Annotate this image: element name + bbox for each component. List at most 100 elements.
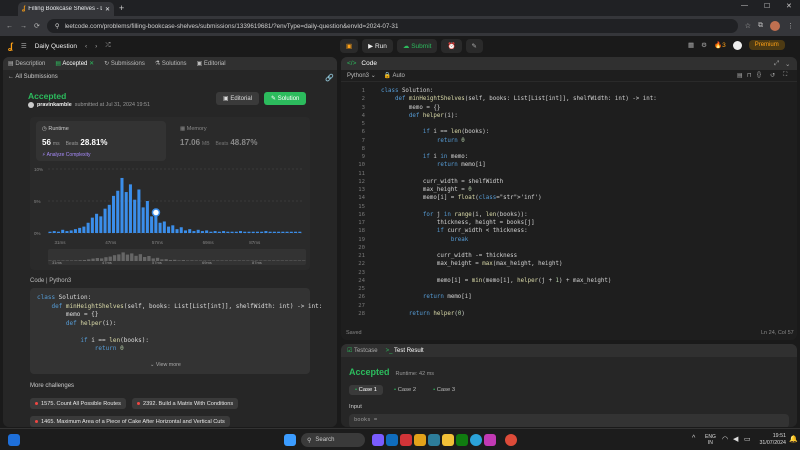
- chart-bar[interactable]: [124, 192, 128, 233]
- minimize-icon[interactable]: —: [741, 2, 748, 9]
- prev-problem-icon[interactable]: ‹: [85, 43, 87, 50]
- chart-bar[interactable]: [167, 226, 171, 233]
- site-info-icon[interactable]: ⚲: [55, 23, 60, 30]
- layout-icon[interactable]: ▦: [688, 41, 694, 49]
- runtime-distribution-chart[interactable]: 10% 5% 0% 31ms 47ms 57ms 69ms 87ms: [30, 167, 310, 247]
- chart-bar[interactable]: [188, 229, 192, 233]
- forward-icon[interactable]: →: [20, 23, 27, 30]
- app-icon[interactable]: [372, 434, 384, 446]
- maximize-panel-icon[interactable]: ⤢: [774, 60, 779, 68]
- chart-bar[interactable]: [179, 227, 183, 233]
- wifi-icon[interactable]: ◠: [722, 435, 728, 443]
- chart-bar[interactable]: [56, 231, 60, 233]
- analyze-complexity-link[interactable]: ⚡ Analyze Complexity: [42, 152, 91, 158]
- chart-bar[interactable]: [112, 195, 116, 233]
- tab-accepted[interactable]: ▤ Accepted ✕: [55, 60, 94, 67]
- chart-bar[interactable]: [285, 231, 289, 233]
- case-tab[interactable]: • Case 3: [427, 385, 461, 395]
- tab-description[interactable]: ▤ Description: [8, 60, 45, 67]
- bookmark-icon[interactable]: ⊓: [747, 72, 752, 79]
- chart-bar[interactable]: [226, 231, 230, 233]
- chart-bar[interactable]: [213, 231, 217, 233]
- clock-time[interactable]: 19:51: [756, 433, 786, 440]
- language-select[interactable]: Python3 ⌄: [347, 72, 376, 79]
- chart-bar[interactable]: [192, 231, 196, 233]
- daily-question-label[interactable]: Daily Question: [35, 43, 77, 50]
- chart-bar[interactable]: [128, 184, 132, 233]
- chart-bar[interactable]: [217, 231, 221, 233]
- chart-bar[interactable]: [52, 231, 56, 233]
- timer-icon[interactable]: ⏰: [441, 39, 462, 53]
- auto-mode[interactable]: 🔒 Auto: [384, 72, 405, 79]
- reload-icon[interactable]: ⟳: [34, 22, 40, 30]
- chart-bar[interactable]: [145, 201, 149, 233]
- profile-avatar[interactable]: [770, 21, 780, 31]
- chart-bar[interactable]: [230, 231, 234, 233]
- chart-bar[interactable]: [272, 231, 276, 233]
- chart-bar[interactable]: [281, 231, 285, 233]
- user-avatar[interactable]: [732, 40, 742, 50]
- chart-bar[interactable]: [150, 216, 154, 233]
- tab-test-result[interactable]: >_ Test Result: [386, 348, 424, 354]
- maximize-icon[interactable]: ☐: [764, 2, 770, 10]
- chart-bar[interactable]: [277, 231, 281, 233]
- chrome-icon[interactable]: [505, 434, 517, 446]
- chart-bar[interactable]: [65, 231, 69, 233]
- reset-code-icon[interactable]: ↺: [770, 72, 775, 79]
- chart-bar[interactable]: [48, 231, 52, 233]
- chart-bar[interactable]: [289, 231, 293, 233]
- app-icon[interactable]: [456, 434, 468, 446]
- case-tab[interactable]: • Case 1: [349, 385, 384, 395]
- chart-bar[interactable]: [73, 229, 77, 233]
- next-problem-icon[interactable]: ›: [95, 43, 97, 50]
- chart-bar[interactable]: [209, 231, 213, 233]
- run-button[interactable]: ▶ Run: [362, 39, 393, 53]
- memory-card[interactable]: ▦ Memory 17.06 MB Beats 48.87%: [176, 121, 306, 161]
- edge-icon[interactable]: [470, 434, 482, 446]
- format-braces-icon[interactable]: {}: [757, 72, 761, 78]
- chart-bar[interactable]: [298, 231, 302, 233]
- all-submissions-link[interactable]: ← All Submissions: [8, 74, 58, 80]
- chart-bar[interactable]: [251, 231, 255, 233]
- premium-button[interactable]: Premium: [748, 40, 785, 50]
- extensions-icon[interactable]: ⧉: [758, 22, 763, 30]
- view-more-button[interactable]: ⌄ View more: [150, 362, 181, 368]
- challenge-chip[interactable]: 1465. Maximum Area of a Piece of Cake Af…: [30, 416, 230, 427]
- notification-icon[interactable]: 🔔: [789, 435, 798, 443]
- runtime-card[interactable]: ◷ Runtime 56 ms Beats 28.81% ⚡ Analyze C…: [36, 121, 166, 161]
- taskbar-search[interactable]: ⚲ Search: [301, 433, 365, 447]
- chart-bar[interactable]: [255, 231, 259, 233]
- chart-bar[interactable]: [86, 222, 90, 233]
- daily-question-icon[interactable]: ☰: [21, 42, 27, 50]
- share-link-icon[interactable]: 🔗: [325, 74, 334, 82]
- submit-button[interactable]: ☁ Submit: [396, 39, 438, 53]
- notes-icon[interactable]: ▤: [737, 72, 743, 79]
- fullscreen-icon[interactable]: ⛶: [783, 72, 787, 79]
- widgets-icon[interactable]: [8, 434, 20, 446]
- chart-bar[interactable]: [234, 231, 238, 233]
- chart-bar[interactable]: [82, 226, 86, 233]
- debug-button[interactable]: ▣: [340, 39, 359, 53]
- tab-submissions[interactable]: ↻ Submissions: [104, 60, 145, 67]
- close-tab-icon[interactable]: ✕: [105, 6, 110, 13]
- shuffle-icon[interactable]: ⤮: [105, 42, 110, 50]
- file-explorer-icon[interactable]: [442, 434, 454, 446]
- chart-bar[interactable]: [133, 199, 137, 233]
- browser-tab[interactable]: ʆ Filling Bookcase Shelves - Leet ✕: [18, 2, 114, 16]
- tab-solutions[interactable]: ⚗ Solutions: [155, 60, 187, 67]
- region-indicator[interactable]: IN: [705, 440, 716, 446]
- chart-bar[interactable]: [243, 231, 247, 233]
- code-editor[interactable]: class Solution: def minHeightShelves(sel…: [381, 87, 657, 318]
- settings-gear-icon[interactable]: ⚙: [701, 41, 707, 49]
- battery-icon[interactable]: ▭: [744, 435, 751, 443]
- chart-bar[interactable]: [247, 231, 251, 233]
- clock-date[interactable]: 31/07/2024: [756, 440, 786, 447]
- chart-bar[interactable]: [116, 190, 120, 233]
- chart-bar[interactable]: [239, 231, 243, 233]
- collapse-panel-icon[interactable]: ⌄: [785, 60, 790, 68]
- submitter-name[interactable]: pravinkamble: [37, 102, 72, 108]
- chart-bar[interactable]: [90, 217, 94, 233]
- chart-bar[interactable]: [137, 189, 141, 233]
- chart-bar[interactable]: [260, 231, 264, 233]
- tray-chevron-icon[interactable]: ^: [692, 435, 695, 442]
